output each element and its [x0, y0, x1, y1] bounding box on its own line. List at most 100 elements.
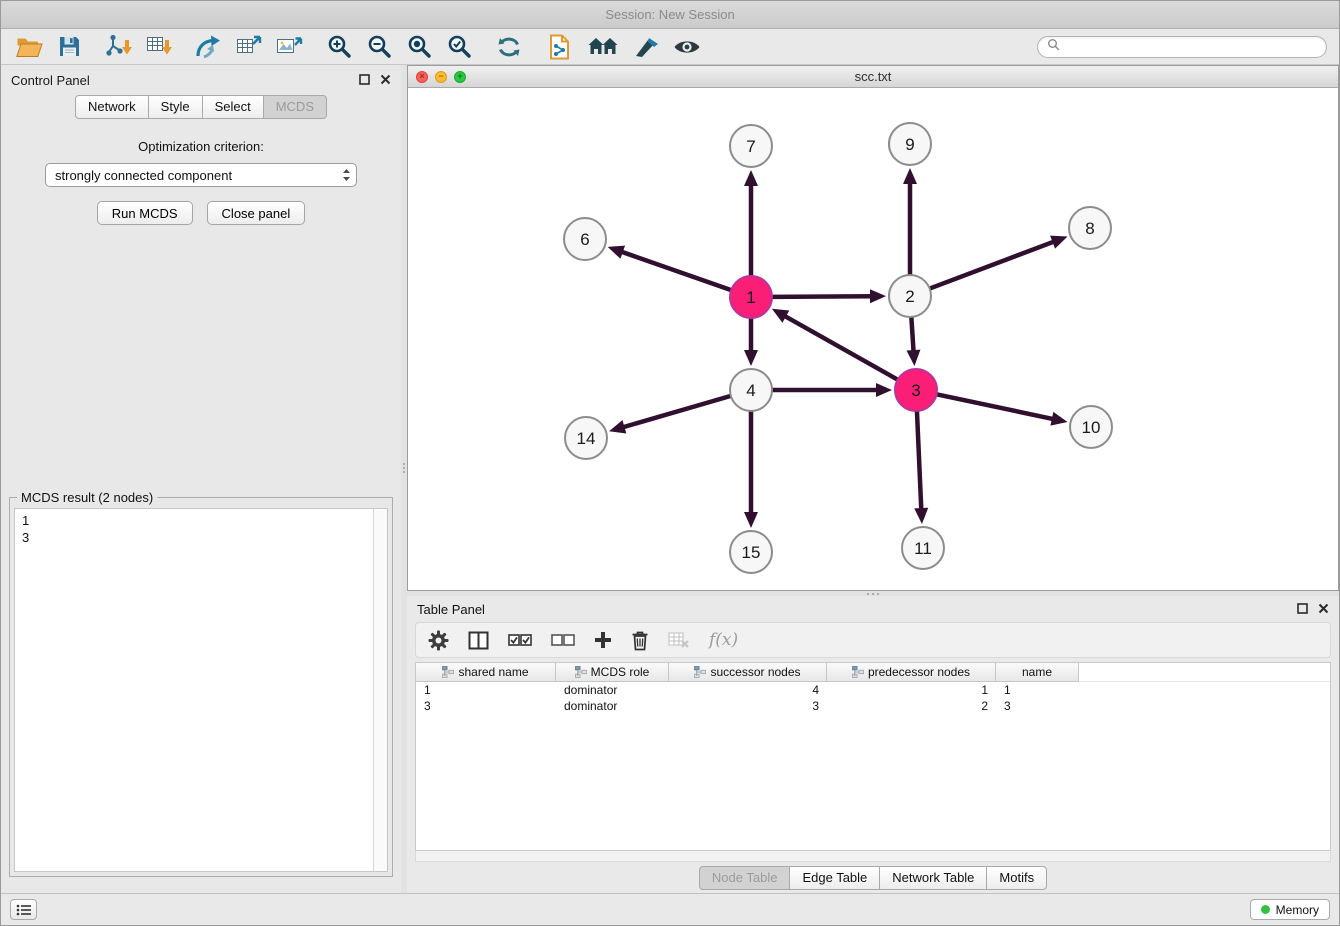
control-panel-title: Control Panel	[11, 73, 90, 88]
graph-node-label: 3	[911, 381, 920, 400]
close-panel-icon[interactable]	[380, 73, 391, 88]
graph-node-label: 14	[577, 429, 596, 448]
zoom-out-icon[interactable]	[363, 32, 395, 62]
graph-edge-arrow	[744, 350, 758, 366]
criterion-dropdown[interactable]: strongly connected component	[45, 163, 357, 187]
network-graph: 7968124314101511	[408, 88, 1340, 590]
graph-node-label: 10	[1082, 418, 1101, 437]
import-table-icon[interactable]	[143, 32, 175, 62]
graph-node-label: 8	[1085, 219, 1094, 238]
zoom-in-icon[interactable]	[323, 32, 355, 62]
zoom-fit-icon[interactable]	[403, 32, 435, 62]
tab-edge-table[interactable]: Edge Table	[789, 866, 880, 890]
tab-network-table[interactable]: Network Table	[879, 866, 987, 890]
tab-network[interactable]: Network	[75, 95, 149, 119]
float-panel-icon[interactable]	[359, 73, 370, 88]
criterion-dropdown-value: strongly connected component	[55, 168, 232, 183]
splitter-grip	[403, 463, 405, 473]
search-input[interactable]	[1066, 40, 1317, 54]
close-panel-button[interactable]: Close panel	[207, 201, 306, 225]
import-network-icon[interactable]	[103, 32, 135, 62]
float-panel-icon[interactable]	[1297, 602, 1308, 617]
graph-edge-2-8[interactable]	[930, 241, 1055, 288]
control-panel: Control Panel Network Style Select MCDS …	[1, 65, 401, 893]
run-mcds-button[interactable]: Run MCDS	[97, 201, 193, 225]
window-title: Session: New Session	[605, 7, 734, 22]
first-neighbors-icon[interactable]	[583, 32, 623, 62]
column-header-name[interactable]: name	[996, 663, 1079, 682]
graph-edge-arrow	[906, 350, 920, 366]
memory-button[interactable]: Memory	[1250, 899, 1330, 920]
close-window-icon[interactable]: ×	[416, 71, 428, 83]
select-all-columns-icon[interactable]	[508, 633, 532, 647]
tab-select[interactable]: Select	[202, 95, 264, 119]
mcds-result-line: 3	[22, 529, 366, 546]
tab-motifs[interactable]: Motifs	[986, 866, 1047, 890]
zoom-toolbar-group	[323, 32, 475, 62]
cell-mcds-role: dominator	[556, 699, 669, 713]
table-row[interactable]: 3 dominator 3 2 3	[416, 698, 1330, 714]
window-titlebar: Session: New Session	[1, 1, 1339, 29]
graph-edge-3-1[interactable]	[784, 316, 898, 380]
column-label: MCDS role	[591, 665, 650, 679]
show-graphics-icon[interactable]	[671, 32, 703, 62]
function-builder-icon: f(x)	[709, 630, 738, 650]
network-canvas[interactable]: 7968124314101511	[408, 88, 1338, 590]
create-column-icon[interactable]	[594, 631, 612, 649]
graph-node-label: 2	[905, 287, 914, 306]
graph-edge-2-3[interactable]	[911, 317, 913, 352]
search-icon	[1047, 38, 1060, 56]
save-session-icon[interactable]	[53, 32, 85, 62]
graph-edge-1-6[interactable]	[621, 252, 731, 291]
right-area: × − + scc.txt 7968124314101511 Table Pan…	[407, 65, 1339, 893]
mcds-result-line: 1	[22, 512, 366, 529]
zoom-selected-icon[interactable]	[443, 32, 475, 62]
unselect-all-columns-icon[interactable]	[551, 633, 575, 647]
export-network-icon[interactable]	[193, 32, 225, 62]
delete-column-icon[interactable]	[631, 630, 649, 651]
refresh-layout-icon[interactable]	[493, 32, 525, 62]
cell-mcds-role: dominator	[556, 683, 669, 697]
search-box[interactable]	[1037, 36, 1327, 58]
graph-edge-arrow	[876, 383, 892, 397]
graph-edge-4-14[interactable]	[622, 396, 730, 428]
table-settings-gear-icon[interactable]	[428, 630, 449, 651]
delete-table-icon	[668, 631, 690, 649]
tab-mcds[interactable]: MCDS	[263, 95, 327, 119]
splitter-grip	[867, 593, 879, 595]
open-session-icon[interactable]	[13, 32, 45, 62]
manage-networks-icon[interactable]	[543, 32, 575, 62]
graph-edge-arrow	[870, 289, 886, 303]
vertical-splitter[interactable]	[401, 65, 407, 893]
optimization-criterion-label: Optimization criterion:	[1, 139, 401, 154]
cell-name: 3	[996, 699, 1079, 713]
graph-edge-1-2[interactable]	[772, 296, 872, 297]
zoom-window-icon[interactable]: +	[454, 71, 466, 83]
main-toolbar	[1, 29, 1339, 65]
table-row[interactable]: 1 dominator 4 1 1	[416, 682, 1330, 698]
node-table: shared name MCDS role successor nodes	[415, 662, 1331, 851]
export-image-icon[interactable]	[273, 32, 305, 62]
tab-style[interactable]: Style	[148, 95, 203, 119]
export-table-icon[interactable]	[233, 32, 265, 62]
minimize-window-icon[interactable]: −	[435, 71, 447, 83]
graph-edge-3-11[interactable]	[917, 411, 921, 510]
column-header-predecessor-nodes[interactable]: predecessor nodes	[827, 663, 996, 682]
style-apply-icon[interactable]	[631, 32, 663, 62]
graph-edge-arrow	[914, 508, 928, 524]
column-header-mcds-role[interactable]: MCDS role	[556, 663, 669, 682]
mcds-result-area: 1 3	[14, 508, 388, 872]
table-horizontal-scrollbar[interactable]	[415, 851, 1331, 862]
column-header-successor-nodes[interactable]: successor nodes	[669, 663, 827, 682]
column-header-shared-name[interactable]: shared name	[416, 663, 556, 682]
table-tabs: Node Table Edge Table Network Table Moti…	[407, 862, 1339, 893]
main-area: Control Panel Network Style Select MCDS …	[1, 65, 1339, 893]
close-panel-icon[interactable]	[1318, 602, 1329, 617]
cell-shared-name: 1	[416, 683, 556, 697]
graph-edge-3-10[interactable]	[937, 394, 1054, 419]
show-columns-icon[interactable]	[468, 631, 489, 650]
result-scrollbar[interactable]	[373, 509, 387, 871]
status-bar: Memory	[1, 893, 1339, 925]
tab-node-table[interactable]: Node Table	[699, 866, 791, 890]
task-history-icon[interactable]	[10, 899, 37, 920]
